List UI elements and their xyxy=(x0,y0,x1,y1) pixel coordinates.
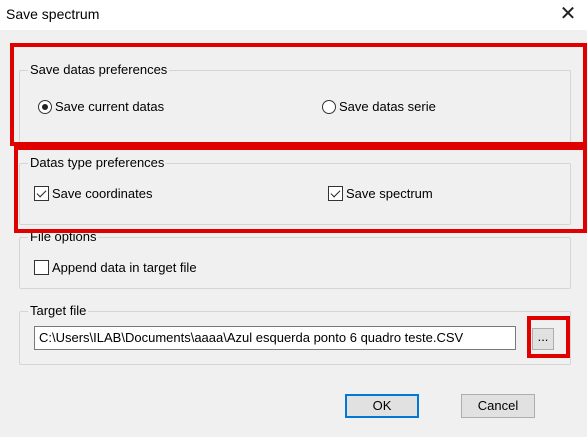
save-current-datas-radio[interactable]: Save current datas xyxy=(38,99,164,114)
save-coordinates-label: Save coordinates xyxy=(52,186,153,201)
datas-type-preferences-legend: Datas type preferences xyxy=(28,155,167,170)
window-title: Save spectrum xyxy=(6,6,100,22)
checkbox-checked-icon[interactable] xyxy=(328,186,343,201)
save-datas-serie-radio[interactable]: Save datas serie xyxy=(322,99,436,114)
radio-unselected-icon[interactable] xyxy=(322,99,336,114)
checkbox-unchecked-icon[interactable] xyxy=(34,260,49,275)
title-bar: Save spectrum ✕ xyxy=(0,0,587,30)
save-spectrum-checkbox[interactable]: Save spectrum xyxy=(328,186,433,201)
file-options-group: File options Append data in target file xyxy=(19,229,571,289)
save-datas-preferences-legend: Save datas preferences xyxy=(28,62,170,77)
file-options-legend: File options xyxy=(28,229,99,244)
save-coordinates-checkbox[interactable]: Save coordinates xyxy=(34,186,152,201)
save-datas-preferences-group: Save datas preferences Save current data… xyxy=(19,62,571,146)
cancel-button[interactable]: Cancel xyxy=(461,394,535,418)
ok-button[interactable]: OK xyxy=(345,394,419,418)
target-file-legend: Target file xyxy=(28,303,89,318)
target-file-path-field[interactable]: C:\Users\ILAB\Documents\aaaa\Azul esquer… xyxy=(34,326,516,350)
save-spectrum-label: Save spectrum xyxy=(346,186,433,201)
browse-button[interactable]: ... xyxy=(532,328,554,350)
checkbox-checked-icon[interactable] xyxy=(34,186,49,201)
append-data-label: Append data in target file xyxy=(52,260,197,275)
save-datas-serie-label: Save datas serie xyxy=(339,99,436,114)
save-spectrum-dialog: Save spectrum ✕ Save datas preferences S… xyxy=(0,0,587,437)
save-current-datas-label: Save current datas xyxy=(55,99,165,114)
append-data-checkbox[interactable]: Append data in target file xyxy=(34,260,197,275)
radio-selected-icon[interactable] xyxy=(38,99,52,114)
datas-type-preferences-group: Datas type preferences Save coordinates … xyxy=(19,155,571,225)
close-icon[interactable]: ✕ xyxy=(557,2,579,26)
